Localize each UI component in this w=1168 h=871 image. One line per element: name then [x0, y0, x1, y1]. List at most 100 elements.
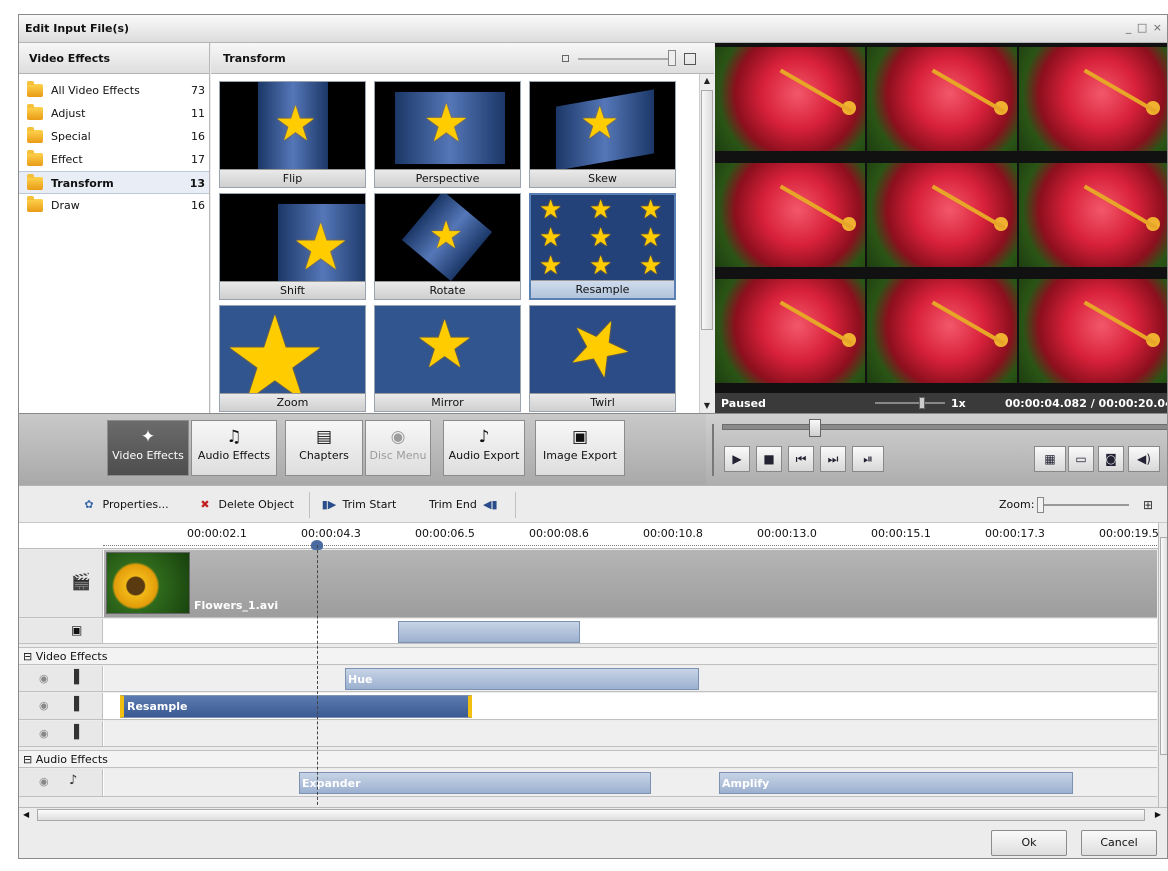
category-label: Draw — [51, 199, 80, 212]
clip-label: Resample — [127, 700, 188, 713]
disc-menu-button[interactable]: ◉ Disc Menu — [365, 420, 431, 476]
snapshot-button[interactable]: ◙ — [1098, 446, 1124, 472]
folder-icon — [27, 104, 43, 120]
disc-menu-icon: ◉ — [390, 427, 406, 447]
monitor-icon: ▭ — [1075, 452, 1087, 466]
audio-export-button[interactable]: ♪ Audio Export — [443, 420, 525, 476]
category-count: 17 — [191, 153, 205, 166]
category-item-special[interactable]: Special 16 — [19, 125, 209, 148]
position-knob[interactable] — [809, 419, 821, 437]
preview-frame — [1019, 163, 1167, 267]
play-icon: ▶ — [732, 452, 742, 466]
effect-tile-shift[interactable]: ★ Shift — [219, 193, 366, 300]
previous-frame-button[interactable]: ⏮ — [788, 446, 814, 472]
slider-knob[interactable] — [668, 50, 676, 66]
scroll-left-icon[interactable]: ◀ — [23, 808, 29, 822]
title-bar: Edit Input File(s) _ □ × — [19, 15, 1167, 43]
volume-button[interactable]: ◀) — [1128, 446, 1160, 472]
rotate-thumbnail: ★ — [375, 194, 520, 282]
effect-track-3: ◉ ▐ — [19, 721, 1157, 747]
folder-icon — [27, 174, 43, 190]
button-label: Properties... — [102, 498, 169, 511]
video-track: 🎬 Flowers_1.avi — [19, 550, 1157, 618]
scroll-thumb[interactable] — [701, 90, 713, 330]
collapse-icon: ⊟ — [23, 650, 33, 663]
scroll-right-icon[interactable]: ▶ — [1155, 808, 1161, 822]
timeline-ruler[interactable]: 00:00:02.1 00:00:04.3 00:00:06.5 00:00:0… — [19, 523, 1167, 550]
category-item-effect[interactable]: Effect 17 — [19, 148, 209, 171]
timeline-vertical-scrollbar[interactable] — [1158, 523, 1167, 807]
effect-tile-twirl[interactable]: ★ Twirl — [529, 305, 676, 412]
video-effects-button[interactable]: ✦ Video Effects — [107, 420, 189, 476]
fullscreen-button[interactable]: ▭ — [1068, 446, 1094, 472]
video-clip-name: Flowers_1.avi — [194, 599, 279, 612]
scroll-thumb[interactable] — [1160, 537, 1167, 755]
small-size-icon — [562, 55, 569, 62]
fit-icon[interactable]: ⊞ — [1143, 498, 1153, 512]
category-count: 13 — [189, 177, 205, 190]
effect-tile-perspective[interactable]: ★ Perspective — [374, 81, 521, 188]
trim-start-button[interactable]: ▮▶ Trim Start — [319, 498, 397, 511]
effect-tile-mirror[interactable]: ★ Mirror — [374, 305, 521, 412]
position-slider[interactable] — [722, 419, 1167, 437]
category-count: 16 — [191, 199, 205, 212]
expander-clip[interactable]: Expander — [299, 772, 651, 794]
thumbnail-size-slider[interactable] — [562, 50, 702, 66]
video-mode-button[interactable]: ▦ — [1034, 446, 1066, 472]
visibility-icon[interactable]: ◉ — [39, 727, 49, 740]
audio-effects-group[interactable]: ⊟ Audio Effects — [19, 750, 1157, 768]
visibility-icon[interactable]: ◉ — [39, 699, 49, 712]
category-item-draw[interactable]: Draw 16 — [19, 194, 209, 217]
effect-tile-rotate[interactable]: ★ Rotate — [374, 193, 521, 300]
chapters-button[interactable]: ▤ Chapters — [285, 420, 363, 476]
window-controls[interactable]: _ □ × — [1126, 21, 1163, 34]
category-item-all[interactable]: All Video Effects 73 — [19, 79, 209, 102]
resample-clip[interactable]: Resample — [120, 695, 472, 718]
video-effects-group[interactable]: ⊟ Video Effects — [19, 647, 1157, 665]
chapters-icon: ▤ — [315, 427, 333, 447]
clapperboard-icon: 🎬 — [71, 572, 91, 591]
audio-effect-lane: Expander Amplify — [104, 769, 1157, 796]
button-label: Video Effects — [112, 449, 184, 462]
image-export-button[interactable]: ▣ Image Export — [535, 420, 625, 476]
speed-knob[interactable] — [919, 397, 925, 409]
zoom-track — [1037, 504, 1129, 506]
properties-button[interactable]: ✿ Properties... — [79, 498, 169, 511]
category-count: 16 — [191, 130, 205, 143]
range-play-button[interactable]: ⏯ — [852, 446, 884, 472]
scroll-thumb[interactable] — [37, 809, 1145, 821]
play-button[interactable]: ▶ — [724, 446, 750, 472]
zoom-knob[interactable] — [1037, 497, 1044, 513]
overlay-clip[interactable] — [398, 621, 580, 643]
effect-tile-flip[interactable]: ★ Flip — [219, 81, 366, 188]
effect-label: Mirror — [375, 393, 520, 411]
ok-button[interactable]: Ok — [991, 830, 1067, 856]
scroll-up-icon[interactable]: ▲ — [700, 74, 714, 88]
timeline-horizontal-scrollbar[interactable]: ◀ ▶ — [19, 807, 1167, 823]
cancel-button[interactable]: Cancel — [1081, 830, 1157, 856]
category-item-transform[interactable]: Transform 13 — [19, 171, 209, 194]
effect-tile-resample[interactable]: ★ ★ ★ ★ ★ ★ ★ ★ ★ Resample — [529, 193, 676, 300]
delete-object-button[interactable]: ✖ Delete Object — [195, 498, 294, 511]
visibility-icon[interactable]: ◉ — [39, 775, 49, 788]
audio-effects-button[interactable]: ♫ Audio Effects — [191, 420, 277, 476]
scroll-down-icon[interactable]: ▼ — [700, 399, 714, 413]
amplify-clip[interactable]: Amplify — [719, 772, 1073, 794]
trim-end-button[interactable]: Trim End ◀▮ — [429, 498, 500, 511]
effect-tile-zoom[interactable]: ★ Zoom — [219, 305, 366, 412]
stop-button[interactable]: ■ — [756, 446, 782, 472]
hue-clip[interactable]: Hue — [345, 668, 699, 690]
group-label: Video Effects — [35, 650, 108, 663]
image-export-icon: ▣ — [571, 427, 589, 447]
category-item-adjust[interactable]: Adjust 11 — [19, 102, 209, 125]
speed-slider[interactable] — [875, 397, 945, 409]
visibility-icon[interactable]: ◉ — [39, 672, 49, 685]
ruler-tick: 00:00:02.1 — [187, 527, 247, 540]
folder-icon — [27, 150, 43, 166]
effects-scrollbar[interactable]: ▲ ▼ — [699, 74, 714, 413]
effect-tile-skew[interactable]: ★ Skew — [529, 81, 676, 188]
effect-lane — [104, 721, 1157, 746]
category-label: Transform — [51, 177, 114, 190]
next-frame-button[interactable]: ⏭ — [820, 446, 846, 472]
effect-label: Shift — [220, 281, 365, 299]
